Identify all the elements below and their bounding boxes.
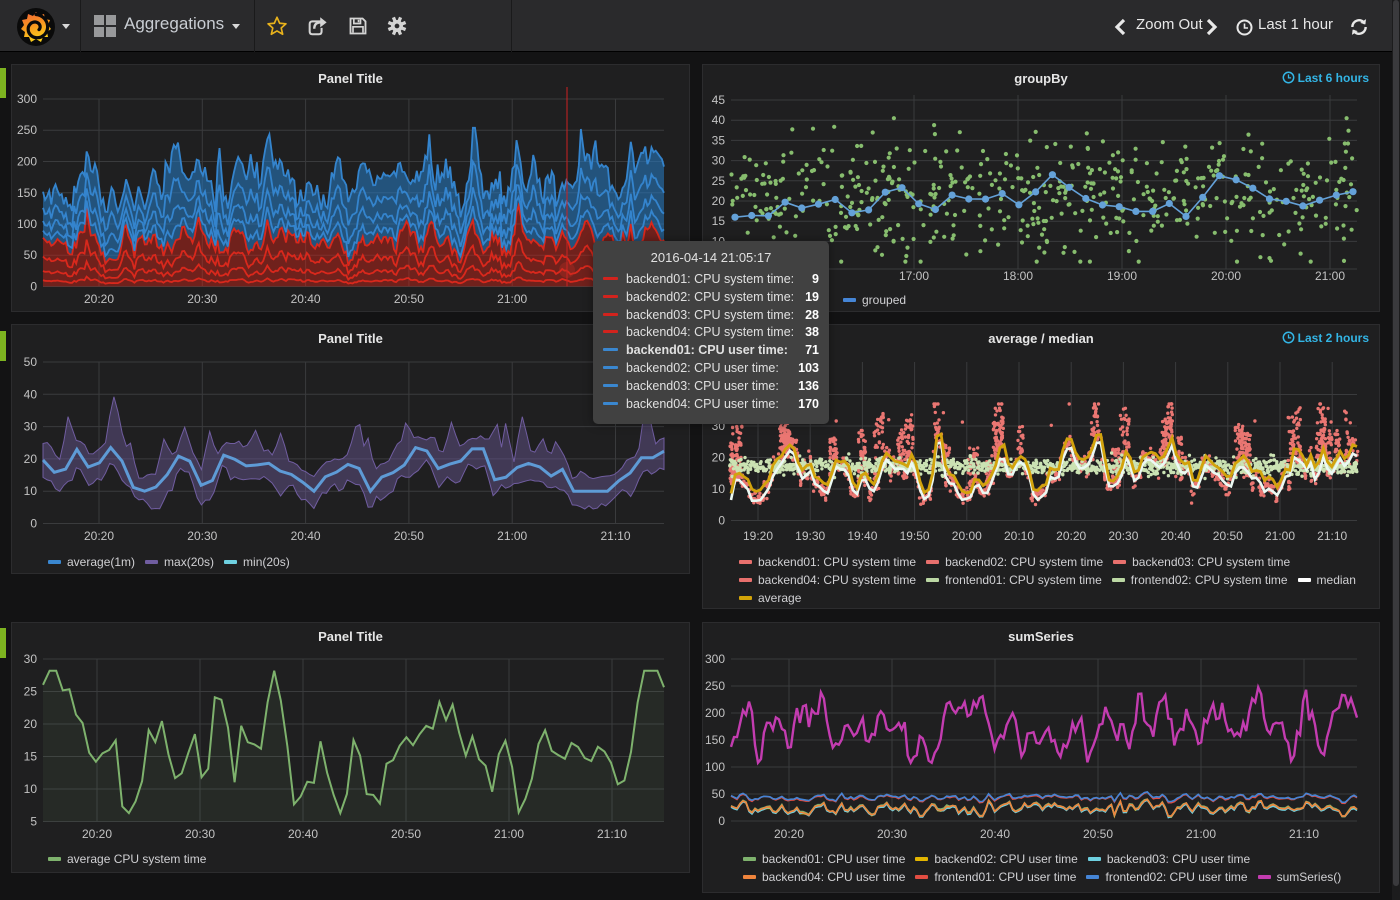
svg-text:19:30: 19:30 <box>795 529 825 543</box>
svg-text:20:00: 20:00 <box>1211 269 1241 283</box>
svg-text:21:10: 21:10 <box>1289 827 1319 841</box>
svg-text:21:10: 21:10 <box>597 827 627 841</box>
svg-text:20:20: 20:20 <box>84 529 114 543</box>
svg-text:30: 30 <box>24 652 38 666</box>
svg-text:20: 20 <box>24 452 38 466</box>
svg-text:150: 150 <box>705 733 725 747</box>
svg-text:250: 250 <box>705 679 725 693</box>
svg-text:200: 200 <box>705 706 725 720</box>
svg-text:18:00: 18:00 <box>1003 269 1033 283</box>
svg-text:20:30: 20:30 <box>187 529 217 543</box>
svg-text:20:40: 20:40 <box>288 827 318 841</box>
svg-text:50: 50 <box>712 787 726 801</box>
svg-text:20: 20 <box>712 194 726 208</box>
svg-text:20:20: 20:20 <box>84 292 114 306</box>
svg-text:21:00: 21:00 <box>1315 269 1345 283</box>
svg-text:10: 10 <box>24 782 38 796</box>
svg-text:21:00: 21:00 <box>1265 529 1295 543</box>
svg-text:20:30: 20:30 <box>187 292 217 306</box>
svg-text:21:00: 21:00 <box>497 529 527 543</box>
svg-text:25: 25 <box>24 685 38 699</box>
svg-text:35: 35 <box>712 133 726 147</box>
svg-text:15: 15 <box>712 214 726 228</box>
svg-text:20:20: 20:20 <box>1056 529 1086 543</box>
svg-text:30: 30 <box>24 420 38 434</box>
svg-text:20:50: 20:50 <box>394 292 424 306</box>
svg-text:100: 100 <box>705 760 725 774</box>
svg-text:300: 300 <box>705 652 725 666</box>
svg-text:21:00: 21:00 <box>1186 827 1216 841</box>
svg-text:40: 40 <box>24 387 38 401</box>
svg-text:20:40: 20:40 <box>291 529 321 543</box>
svg-text:45: 45 <box>712 93 726 107</box>
svg-text:100: 100 <box>17 217 37 231</box>
svg-text:15: 15 <box>24 750 38 764</box>
svg-text:21:10: 21:10 <box>1317 529 1347 543</box>
svg-text:300: 300 <box>17 92 37 106</box>
svg-text:20:30: 20:30 <box>1108 529 1138 543</box>
svg-text:30: 30 <box>712 154 726 168</box>
svg-text:20:50: 20:50 <box>1213 529 1243 543</box>
svg-text:40: 40 <box>712 113 726 127</box>
svg-text:10: 10 <box>24 484 38 498</box>
svg-text:25: 25 <box>712 174 726 188</box>
svg-text:20:20: 20:20 <box>82 827 112 841</box>
svg-text:150: 150 <box>17 186 37 200</box>
svg-text:20:50: 20:50 <box>1083 827 1113 841</box>
svg-text:0: 0 <box>718 814 725 828</box>
svg-text:20: 20 <box>712 451 726 465</box>
svg-text:10: 10 <box>712 482 726 496</box>
svg-text:21:10: 21:10 <box>600 529 630 543</box>
svg-text:20:10: 20:10 <box>1004 529 1034 543</box>
svg-text:200: 200 <box>17 155 37 169</box>
svg-text:21:00: 21:00 <box>497 292 527 306</box>
svg-text:17:00: 17:00 <box>899 269 929 283</box>
svg-text:20: 20 <box>24 717 38 731</box>
svg-text:5: 5 <box>30 815 37 829</box>
svg-text:20:30: 20:30 <box>877 827 907 841</box>
svg-text:50: 50 <box>24 355 38 369</box>
svg-text:20:40: 20:40 <box>1161 529 1191 543</box>
svg-text:20:30: 20:30 <box>185 827 215 841</box>
svg-text:0: 0 <box>30 280 37 294</box>
svg-text:250: 250 <box>17 123 37 137</box>
svg-text:19:40: 19:40 <box>847 529 877 543</box>
svg-text:20:40: 20:40 <box>291 292 321 306</box>
svg-text:19:20: 19:20 <box>743 529 773 543</box>
svg-text:0: 0 <box>30 517 37 531</box>
svg-text:19:50: 19:50 <box>900 529 930 543</box>
svg-text:20:20: 20:20 <box>774 827 804 841</box>
svg-text:20:50: 20:50 <box>394 529 424 543</box>
svg-text:0: 0 <box>718 514 725 528</box>
svg-text:20:00: 20:00 <box>952 529 982 543</box>
svg-text:20:40: 20:40 <box>980 827 1010 841</box>
svg-text:21:00: 21:00 <box>494 827 524 841</box>
svg-text:20:50: 20:50 <box>391 827 421 841</box>
svg-text:19:00: 19:00 <box>1107 269 1137 283</box>
svg-text:50: 50 <box>24 248 38 262</box>
